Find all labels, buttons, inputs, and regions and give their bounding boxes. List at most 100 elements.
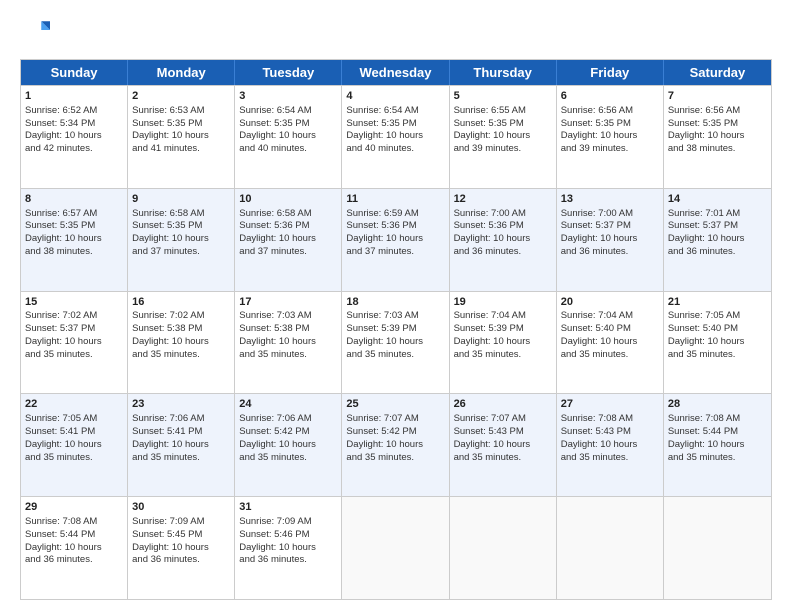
calendar-cell: 29Sunrise: 7:08 AMSunset: 5:44 PMDayligh…	[21, 497, 128, 599]
page: SundayMondayTuesdayWednesdayThursdayFrid…	[0, 0, 792, 612]
day-info: and 40 minutes.	[239, 143, 337, 156]
day-info: Sunset: 5:42 PM	[346, 426, 444, 439]
day-info: Sunset: 5:38 PM	[239, 323, 337, 336]
day-info: Sunset: 5:35 PM	[346, 118, 444, 131]
day-info: and 35 minutes.	[132, 349, 230, 362]
day-number: 27	[561, 397, 659, 412]
calendar-header: SundayMondayTuesdayWednesdayThursdayFrid…	[21, 60, 771, 85]
day-info: Sunset: 5:36 PM	[346, 220, 444, 233]
day-info: Daylight: 10 hours	[346, 233, 444, 246]
day-info: Sunrise: 6:52 AM	[25, 105, 123, 118]
day-info: Daylight: 10 hours	[454, 233, 552, 246]
day-info: Daylight: 10 hours	[561, 130, 659, 143]
day-info: Sunset: 5:46 PM	[239, 529, 337, 542]
day-info: and 35 minutes.	[346, 452, 444, 465]
empty-cell	[557, 497, 664, 599]
calendar: SundayMondayTuesdayWednesdayThursdayFrid…	[20, 59, 772, 600]
day-info: and 38 minutes.	[668, 143, 767, 156]
calendar-row: 29Sunrise: 7:08 AMSunset: 5:44 PMDayligh…	[21, 496, 771, 599]
day-info: Daylight: 10 hours	[239, 542, 337, 555]
day-number: 2	[132, 89, 230, 104]
day-info: Sunrise: 7:04 AM	[561, 310, 659, 323]
day-number: 14	[668, 192, 767, 207]
day-info: Sunset: 5:35 PM	[239, 118, 337, 131]
day-info: Sunset: 5:40 PM	[561, 323, 659, 336]
day-info: Sunset: 5:37 PM	[668, 220, 767, 233]
day-info: and 36 minutes.	[561, 246, 659, 259]
day-info: Daylight: 10 hours	[25, 542, 123, 555]
day-number: 15	[25, 295, 123, 310]
day-number: 16	[132, 295, 230, 310]
empty-cell	[342, 497, 449, 599]
day-info: Sunrise: 6:57 AM	[25, 208, 123, 221]
logo-icon	[22, 16, 50, 44]
day-info: Daylight: 10 hours	[239, 130, 337, 143]
day-info: Sunset: 5:41 PM	[25, 426, 123, 439]
calendar-cell: 18Sunrise: 7:03 AMSunset: 5:39 PMDayligh…	[342, 292, 449, 394]
day-info: Sunrise: 7:09 AM	[132, 516, 230, 529]
calendar-cell: 6Sunrise: 6:56 AMSunset: 5:35 PMDaylight…	[557, 86, 664, 188]
day-info: Sunrise: 7:01 AM	[668, 208, 767, 221]
day-info: Sunrise: 7:02 AM	[25, 310, 123, 323]
day-info: Daylight: 10 hours	[668, 336, 767, 349]
day-info: and 35 minutes.	[346, 349, 444, 362]
day-number: 10	[239, 192, 337, 207]
day-info: Sunrise: 7:08 AM	[668, 413, 767, 426]
day-number: 4	[346, 89, 444, 104]
day-info: Daylight: 10 hours	[561, 439, 659, 452]
header	[20, 16, 772, 49]
day-info: Sunrise: 7:05 AM	[25, 413, 123, 426]
day-number: 28	[668, 397, 767, 412]
calendar-cell: 3Sunrise: 6:54 AMSunset: 5:35 PMDaylight…	[235, 86, 342, 188]
day-info: Daylight: 10 hours	[346, 439, 444, 452]
day-info: and 40 minutes.	[346, 143, 444, 156]
weekday-header: Thursday	[450, 60, 557, 85]
day-number: 21	[668, 295, 767, 310]
day-number: 9	[132, 192, 230, 207]
day-info: and 42 minutes.	[25, 143, 123, 156]
day-info: Sunset: 5:36 PM	[454, 220, 552, 233]
day-info: Sunset: 5:37 PM	[25, 323, 123, 336]
calendar-cell: 28Sunrise: 7:08 AMSunset: 5:44 PMDayligh…	[664, 394, 771, 496]
day-number: 18	[346, 295, 444, 310]
day-info: Sunrise: 6:53 AM	[132, 105, 230, 118]
weekday-header: Sunday	[21, 60, 128, 85]
day-number: 31	[239, 500, 337, 515]
day-number: 26	[454, 397, 552, 412]
day-info: Daylight: 10 hours	[25, 439, 123, 452]
day-info: and 35 minutes.	[25, 452, 123, 465]
day-info: and 35 minutes.	[668, 452, 767, 465]
day-info: and 36 minutes.	[25, 554, 123, 567]
day-info: Daylight: 10 hours	[25, 233, 123, 246]
day-info: Sunrise: 7:05 AM	[668, 310, 767, 323]
day-info: Daylight: 10 hours	[346, 130, 444, 143]
calendar-cell: 15Sunrise: 7:02 AMSunset: 5:37 PMDayligh…	[21, 292, 128, 394]
day-info: Sunrise: 6:56 AM	[668, 105, 767, 118]
day-info: Sunrise: 7:00 AM	[561, 208, 659, 221]
day-info: Sunset: 5:35 PM	[132, 118, 230, 131]
day-info: Daylight: 10 hours	[346, 336, 444, 349]
calendar-cell: 11Sunrise: 6:59 AMSunset: 5:36 PMDayligh…	[342, 189, 449, 291]
day-info: Sunset: 5:38 PM	[132, 323, 230, 336]
day-info: Sunset: 5:41 PM	[132, 426, 230, 439]
calendar-cell: 21Sunrise: 7:05 AMSunset: 5:40 PMDayligh…	[664, 292, 771, 394]
day-number: 20	[561, 295, 659, 310]
empty-cell	[450, 497, 557, 599]
day-info: Sunset: 5:43 PM	[561, 426, 659, 439]
day-number: 8	[25, 192, 123, 207]
empty-cell	[664, 497, 771, 599]
day-info: Sunset: 5:44 PM	[25, 529, 123, 542]
day-info: Sunset: 5:42 PM	[239, 426, 337, 439]
day-info: Daylight: 10 hours	[561, 336, 659, 349]
day-number: 30	[132, 500, 230, 515]
day-info: Sunset: 5:39 PM	[346, 323, 444, 336]
day-info: Sunrise: 6:54 AM	[239, 105, 337, 118]
day-info: Daylight: 10 hours	[668, 233, 767, 246]
day-info: and 35 minutes.	[132, 452, 230, 465]
day-info: and 37 minutes.	[346, 246, 444, 259]
day-info: and 36 minutes.	[132, 554, 230, 567]
day-info: Sunset: 5:35 PM	[454, 118, 552, 131]
day-info: Sunrise: 7:06 AM	[239, 413, 337, 426]
day-number: 3	[239, 89, 337, 104]
day-info: Sunset: 5:43 PM	[454, 426, 552, 439]
